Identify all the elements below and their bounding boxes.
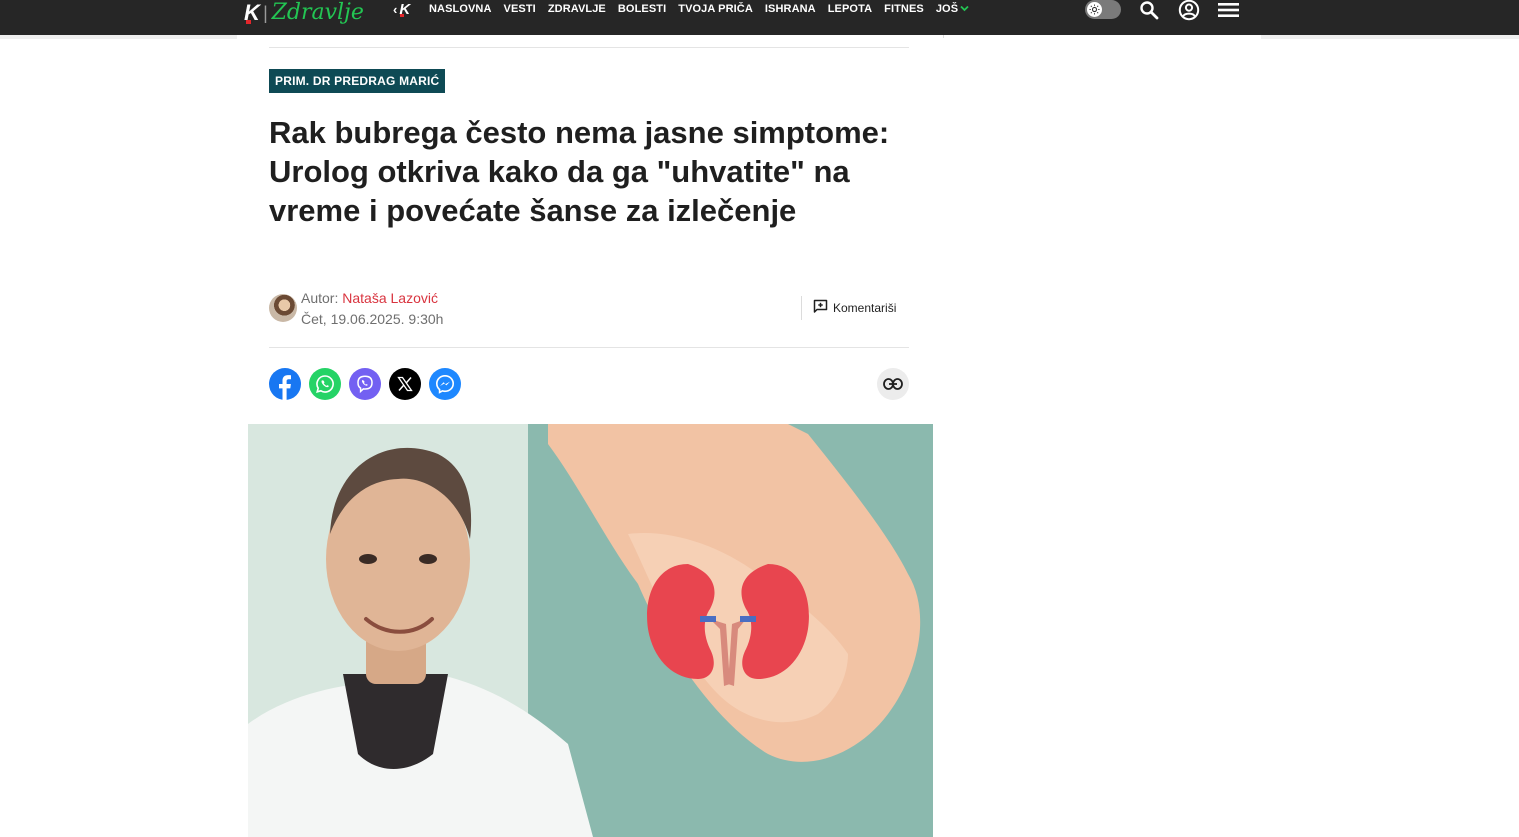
- facebook-share-icon[interactable]: [269, 368, 301, 400]
- messenger-share-icon[interactable]: [429, 368, 461, 400]
- nav-item-naslovna[interactable]: NASLOVNA: [429, 3, 492, 15]
- theme-toggle[interactable]: [1085, 0, 1121, 19]
- main-site-brand-mark: K: [399, 0, 411, 18]
- logo-section-name: Zdravlje: [271, 0, 364, 25]
- publish-date: Čet, 19.06.2025. 9:30h: [301, 311, 444, 327]
- site-logo[interactable]: K | Zdravlje: [244, 0, 364, 26]
- article-byline: Autor: Nataša Lazović Čet, 19.06.2025. 9…: [269, 288, 909, 332]
- nav-item-ishrana[interactable]: ISHRANA: [765, 3, 816, 15]
- header-shadow-strip: [0, 35, 237, 39]
- comment-button[interactable]: Komentariši: [813, 299, 896, 317]
- menu-icon[interactable]: [1217, 0, 1239, 20]
- back-to-main-site-link[interactable]: ‹ K: [393, 0, 410, 18]
- comment-add-icon: [813, 299, 833, 317]
- author-line: Autor: Nataša Lazović: [301, 290, 438, 306]
- article-tag[interactable]: PRIM. DR PREDRAG MARIĆ: [269, 69, 446, 93]
- nav-item-bolesti[interactable]: BOLESTI: [618, 3, 666, 15]
- sun-icon: [1087, 2, 1102, 17]
- comment-divider: [801, 296, 802, 320]
- nav-item-vesti[interactable]: VESTI: [504, 3, 536, 15]
- viber-share-icon[interactable]: [349, 368, 381, 400]
- whatsapp-share-icon[interactable]: [309, 368, 341, 400]
- comment-label: Komentariši: [833, 301, 897, 315]
- article-title: Rak bubrega često nema jasne simptome: U…: [269, 115, 890, 228]
- nav-more-dropdown[interactable]: JOŠ: [936, 3, 969, 15]
- author-avatar[interactable]: [269, 294, 297, 322]
- article-hero-image[interactable]: [248, 424, 933, 837]
- nav-item-tvoja-prica[interactable]: TVOJA PRIČA: [678, 3, 753, 15]
- author-prefix: Autor:: [301, 290, 339, 306]
- nav-item-fitnes[interactable]: FITNES: [884, 3, 924, 15]
- top-navigation-bar: K | Zdravlje ‹ K NASLOVNA VESTI ZDRAVLJE…: [0, 0, 1519, 35]
- x-share-icon[interactable]: [389, 368, 421, 400]
- nav-more-label: JOŠ: [935, 3, 959, 15]
- account-icon[interactable]: [1177, 0, 1200, 21]
- nav-item-lepota[interactable]: LEPOTA: [828, 3, 872, 15]
- nav-item-zdravlje[interactable]: ZDRAVLJE: [548, 3, 606, 15]
- chevron-left-icon: ‹: [393, 1, 398, 17]
- logo-brand-mark: K: [244, 0, 260, 25]
- main-nav: NASLOVNA VESTI ZDRAVLJE BOLESTI TVOJA PR…: [429, 0, 981, 18]
- chevron-down-icon: [960, 4, 969, 15]
- author-name-link[interactable]: Nataša Lazović: [342, 290, 438, 306]
- link-icon[interactable]: [877, 368, 909, 400]
- share-bar: [269, 368, 909, 400]
- search-icon[interactable]: [1138, 0, 1160, 20]
- header-divider: [943, 35, 944, 38]
- article-byline-divider: [269, 347, 909, 348]
- header-shadow-strip-right: [1261, 35, 1519, 39]
- article-top-divider: [269, 47, 909, 48]
